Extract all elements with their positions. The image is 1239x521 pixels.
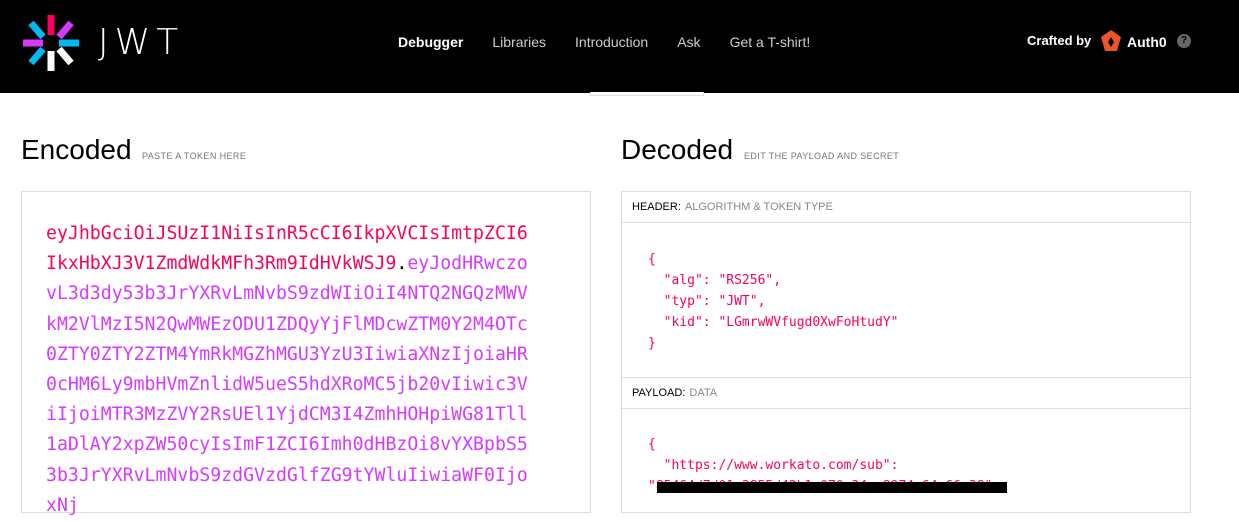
nav-libraries[interactable]: Libraries	[492, 34, 546, 50]
nav-debugger[interactable]: Debugger	[398, 34, 463, 50]
header-section-heading: HEADER: ALGORITHM & TOKEN TYPE	[622, 192, 1190, 223]
encoded-title: Encoded	[21, 134, 132, 165]
auth0-logo-icon[interactable]	[1100, 29, 1122, 53]
decoded-title: Decoded	[621, 134, 734, 165]
main-nav: Debugger Libraries Introduction Ask Get …	[398, 34, 810, 50]
token-separator: .	[396, 253, 408, 275]
header-sublabel: ALGORITHM & TOKEN TYPE	[684, 201, 833, 213]
payload-sublabel: DATA	[689, 387, 718, 399]
crafted-by-label: Crafted by	[1027, 33, 1092, 48]
header-json-editor[interactable]: { "alg": "RS256", "typ": "JWT", "kid": "…	[648, 249, 898, 354]
auth0-link[interactable]: Auth0	[1127, 34, 1167, 50]
jwt-logo-icon[interactable]	[21, 13, 81, 73]
payload-section-heading: PAYLOAD: DATA	[622, 377, 1190, 409]
nav-get-tshirt[interactable]: Get a T-shirt!	[730, 34, 811, 50]
nav-introduction[interactable]: Introduction	[575, 34, 648, 50]
help-icon[interactable]: ?	[1177, 34, 1191, 48]
top-navbar: JWT Debugger Libraries Introduction Ask …	[0, 0, 1239, 93]
nav-ask[interactable]: Ask	[677, 34, 700, 50]
jwt-logo-text[interactable]: JWT	[98, 22, 184, 63]
decoded-subtitle: EDIT THE PAYLOAD AND SECRET	[744, 151, 900, 161]
encoded-token-textarea[interactable]: eyJhbGciOiJSUzI1NiIsInR5cCI6IkpXVCIsImtp…	[46, 219, 536, 521]
decoded-panel: HEADER: ALGORITHM & TOKEN TYPE { "alg": "…	[621, 191, 1191, 513]
algorithm-selector-tab[interactable]	[590, 92, 704, 96]
redaction-bar	[657, 482, 1007, 493]
header-label: HEADER:	[632, 201, 681, 213]
encoded-subtitle: PASTE A TOKEN HERE	[142, 151, 247, 161]
payload-label: PAYLOAD:	[632, 387, 686, 399]
token-payload-part: eyJodHRwczovL3d3dy53b3JrYXRvLmNvbS9zdWIi…	[46, 253, 528, 516]
